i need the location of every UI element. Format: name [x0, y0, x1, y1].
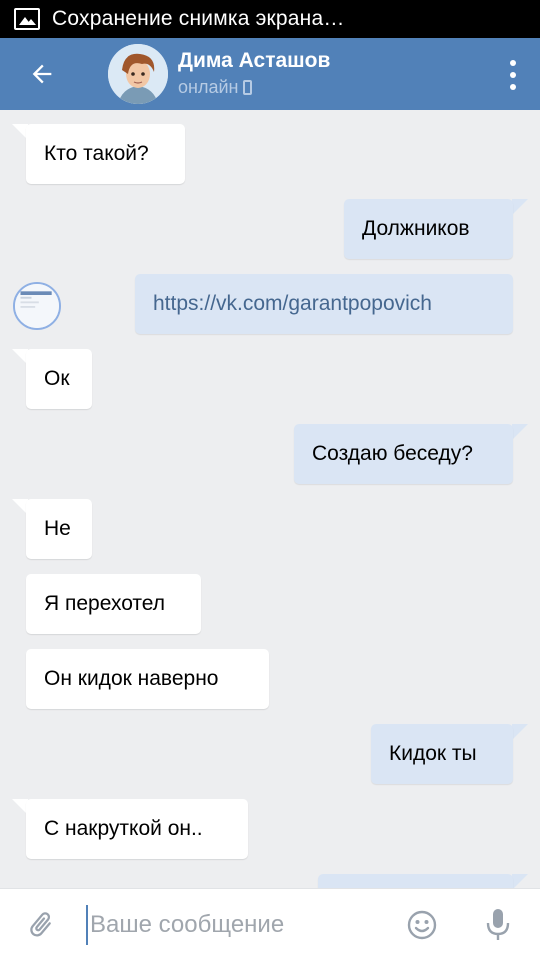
contact-avatar[interactable]: [108, 44, 168, 104]
arrow-left-icon: [32, 64, 52, 84]
emoji-button[interactable]: [406, 909, 438, 941]
avatar: [13, 282, 61, 330]
more-vertical-icon-dot: [510, 72, 516, 78]
bubble-tail: [512, 199, 528, 215]
message-incoming[interactable]: Не: [26, 499, 92, 559]
message-outgoing[interactable]: Кидок ты: [371, 724, 513, 784]
status-notification-text: Сохранение снимка экрана…: [52, 7, 345, 30]
message-input[interactable]: [86, 905, 386, 945]
smile-icon: [407, 910, 437, 940]
chat-header: Дима Асташов онлайн: [0, 38, 540, 110]
paperclip-icon: [30, 911, 51, 936]
message-composer: [0, 888, 540, 960]
message-outgoing[interactable]: Должников: [344, 199, 513, 259]
back-button[interactable]: [0, 38, 84, 110]
phone-icon: [243, 79, 253, 95]
contact-name: Дима Асташов: [178, 49, 331, 72]
contact-info[interactable]: Дима Асташов онлайн: [178, 48, 330, 100]
message-incoming[interactable]: Я перехотел: [26, 574, 201, 634]
more-vertical-icon: [510, 60, 516, 66]
message-incoming[interactable]: Кто такой?: [26, 124, 185, 184]
message-outgoing[interactable]: [318, 874, 513, 888]
message-list[interactable]: Кто такой? Должников https://vk.com/gara…: [0, 110, 540, 888]
message-incoming[interactable]: Ок: [26, 349, 92, 409]
more-menu-button[interactable]: [506, 60, 520, 90]
bubble-tail: [512, 724, 528, 740]
message-incoming[interactable]: С накруткой он..: [26, 799, 248, 859]
status-bar: Сохранение снимка экрана…: [0, 0, 540, 38]
contact-status-text: онлайн: [178, 77, 239, 97]
message-outgoing-link[interactable]: https://vk.com/garantpopovich: [135, 274, 513, 334]
attach-button[interactable]: [0, 889, 82, 960]
bubble-tail: [512, 424, 528, 440]
message-outgoing[interactable]: Создаю беседу?: [294, 424, 513, 484]
voice-message-button[interactable]: [484, 907, 512, 943]
message-incoming[interactable]: Он кидок наверно: [26, 649, 269, 709]
microphone-icon: [486, 909, 510, 940]
image-icon: [14, 8, 40, 30]
bubble-tail: [512, 874, 528, 888]
more-vertical-icon-dot: [510, 84, 516, 90]
contact-status: онлайн: [178, 74, 330, 100]
